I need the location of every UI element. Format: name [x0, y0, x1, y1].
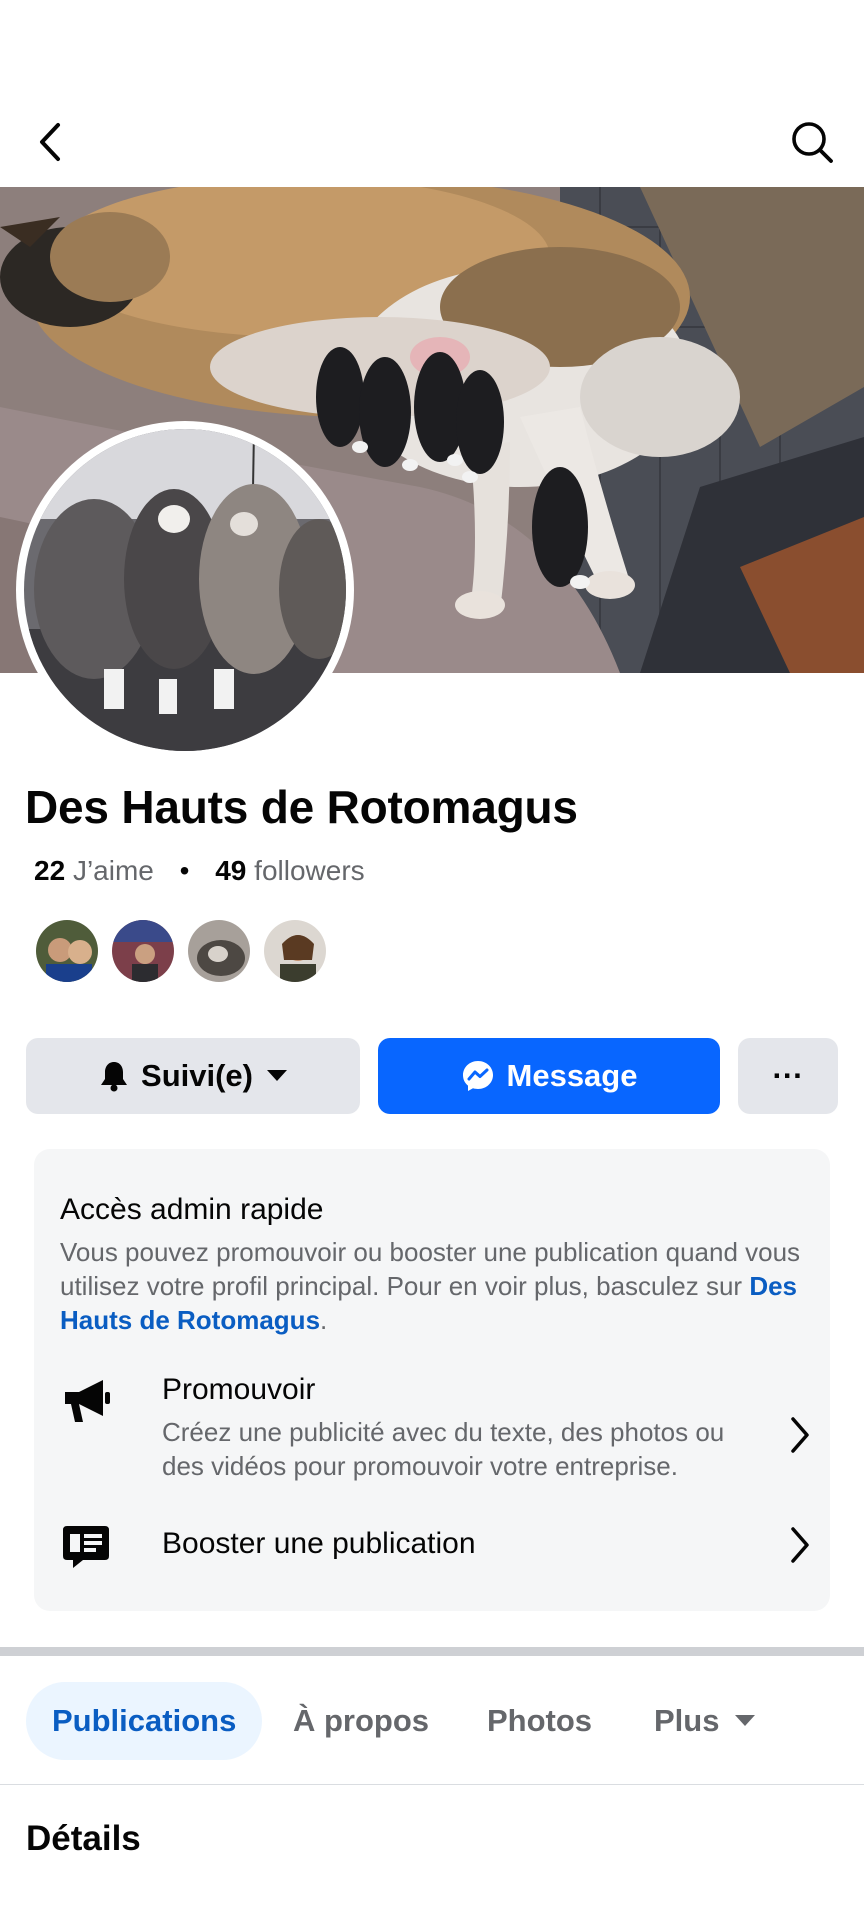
page-title: Des Hauts de Rotomagus [25, 781, 578, 833]
tab-publications[interactable]: Publications [26, 1682, 263, 1760]
boost-post-row[interactable]: Booster une publication [60, 1526, 820, 1579]
avatar [110, 918, 176, 984]
boost-post-icon [60, 1521, 112, 1573]
likes-count: 22 [34, 855, 66, 886]
chevron-right-icon [780, 1409, 820, 1461]
boost-post-title: Booster une publication [162, 1527, 476, 1560]
search-icon [792, 122, 833, 163]
message-button-label: Message [506, 1058, 638, 1093]
promote-title: Promouvoir [162, 1373, 316, 1406]
avatar [262, 918, 328, 984]
avatar [34, 918, 100, 984]
followers-count: 49 [215, 855, 247, 886]
megaphone-icon [60, 1375, 112, 1427]
follower-avatars[interactable] [34, 918, 328, 984]
tab-more[interactable]: Plus [654, 1682, 756, 1760]
section-divider [0, 1647, 864, 1656]
details-heading: Détails [26, 1819, 141, 1858]
page-tabs: Publications À propos Photos Plus [0, 1682, 864, 1760]
tabs-divider [0, 1784, 864, 1785]
chevron-right-icon [780, 1519, 820, 1571]
search-button[interactable] [786, 116, 838, 168]
bell-icon [99, 1060, 129, 1092]
stats-separator: • [179, 855, 190, 886]
promote-row[interactable]: Promouvoir Créez une publicité avec du t… [60, 1373, 820, 1483]
messenger-icon [461, 1059, 495, 1093]
tab-photos[interactable]: Photos [487, 1682, 592, 1760]
more-options-button[interactable]: ··· [738, 1038, 838, 1114]
admin-card-title: Accès admin rapide [60, 1193, 324, 1226]
profile-picture[interactable] [16, 421, 354, 759]
admin-quick-access-card: Accès admin rapide Vous pouvez promouvoi… [34, 1149, 830, 1611]
back-button[interactable] [28, 116, 72, 168]
promote-subtitle: Créez une publicité avec du texte, des p… [162, 1417, 725, 1481]
tab-label: À propos [293, 1703, 430, 1738]
admin-description-text: Vous pouvez promouvoir ou booster une pu… [60, 1237, 801, 1301]
profile-picture-image [24, 429, 346, 751]
page-stats[interactable]: 22 J’aime • 49 followers [34, 855, 365, 887]
tab-about[interactable]: À propos [293, 1682, 429, 1760]
tab-label: Plus [654, 1703, 720, 1738]
chevron-left-icon [40, 123, 60, 161]
tab-label: Photos [487, 1703, 593, 1738]
tab-label: Publications [52, 1703, 237, 1738]
likes-label: J’aime [72, 855, 154, 886]
caret-down-icon [266, 1070, 287, 1082]
top-bar [0, 0, 864, 187]
avatar [186, 918, 252, 984]
follow-button-label: Suivi(e) [141, 1058, 253, 1093]
caret-down-icon [735, 1715, 756, 1727]
follow-button[interactable]: Suivi(e) [26, 1038, 360, 1114]
message-button[interactable]: Message [378, 1038, 720, 1114]
admin-card-description: Vous pouvez promouvoir ou booster une pu… [60, 1235, 805, 1337]
admin-description-end: . [320, 1305, 328, 1335]
followers-label: followers [254, 855, 365, 886]
more-options-label: ··· [772, 1058, 804, 1093]
